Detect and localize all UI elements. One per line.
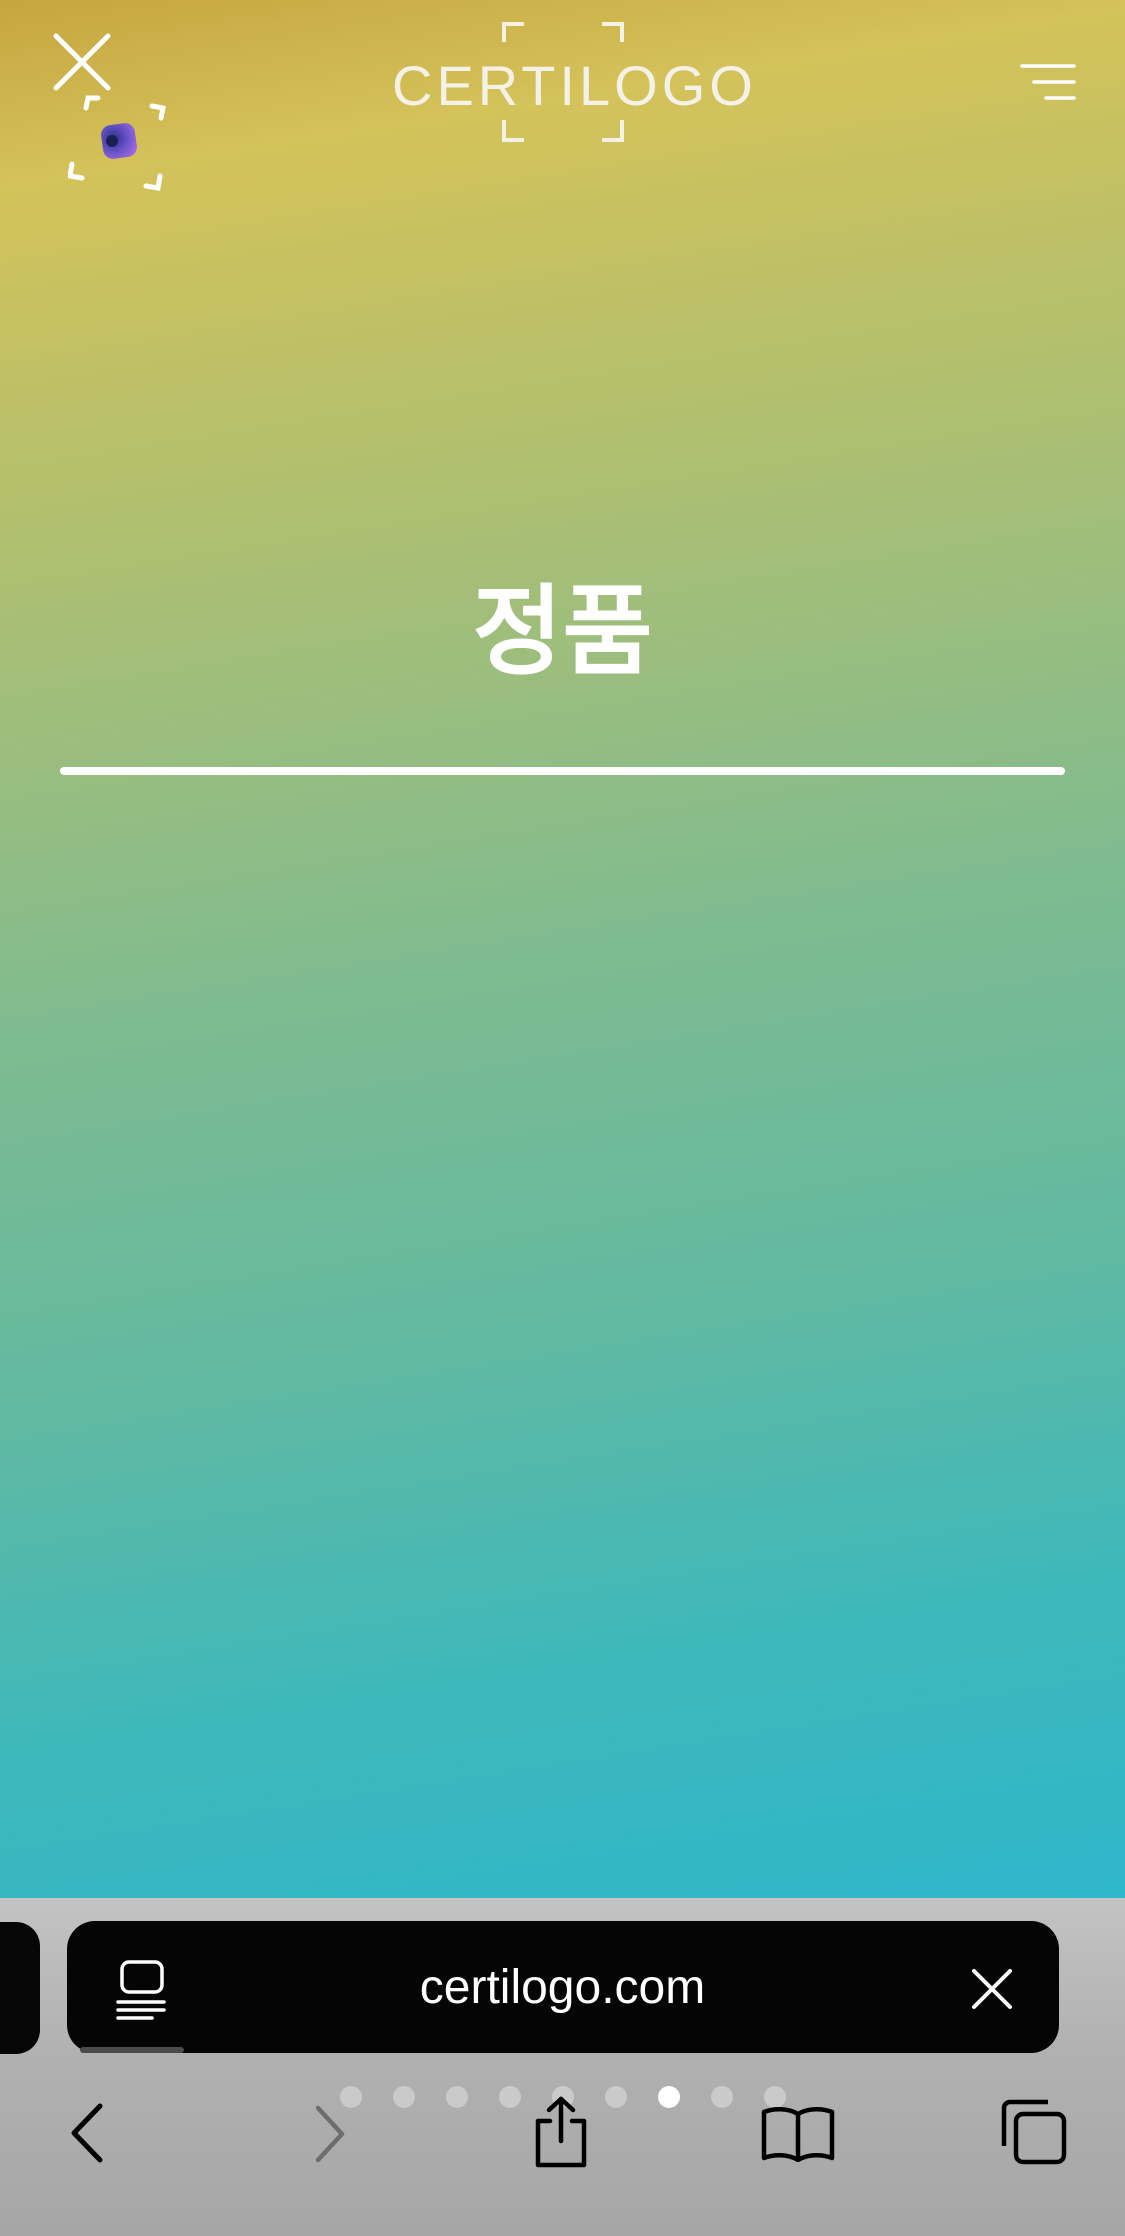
tab-dot[interactable] bbox=[446, 2086, 468, 2108]
page-load-progress bbox=[80, 2047, 184, 2053]
previous-tab-edge[interactable] bbox=[0, 1922, 40, 2054]
tabs-icon[interactable] bbox=[998, 2098, 1068, 2166]
tab-dot[interactable] bbox=[711, 2086, 733, 2108]
share-icon[interactable] bbox=[530, 2095, 592, 2169]
chevron-left-icon[interactable] bbox=[68, 2102, 108, 2164]
verification-page: CERTILOGO 정품 bbox=[0, 0, 1125, 1898]
tab-dot[interactable] bbox=[499, 2086, 521, 2108]
close-icon[interactable] bbox=[968, 1965, 1016, 2013]
close-icon[interactable] bbox=[52, 32, 112, 92]
logo-text: CERTILOGO bbox=[392, 54, 757, 117]
chevron-right-icon[interactable] bbox=[310, 2104, 350, 2164]
tab-dot[interactable] bbox=[605, 2086, 627, 2108]
hamburger-menu-icon[interactable] bbox=[1020, 62, 1076, 102]
scan-frame-icon[interactable] bbox=[68, 94, 172, 194]
verdict-underline bbox=[60, 767, 1065, 775]
tab-dot[interactable] bbox=[393, 2086, 415, 2108]
reader-mode-icon[interactable] bbox=[112, 1958, 172, 2020]
book-icon[interactable] bbox=[760, 2104, 836, 2162]
certilogo-logo[interactable]: CERTILOGO bbox=[392, 20, 757, 144]
tab-dot-active[interactable] bbox=[658, 2086, 680, 2108]
url-text[interactable]: certilogo.com bbox=[200, 1958, 925, 2018]
authenticity-verdict: 정품 bbox=[472, 575, 653, 689]
